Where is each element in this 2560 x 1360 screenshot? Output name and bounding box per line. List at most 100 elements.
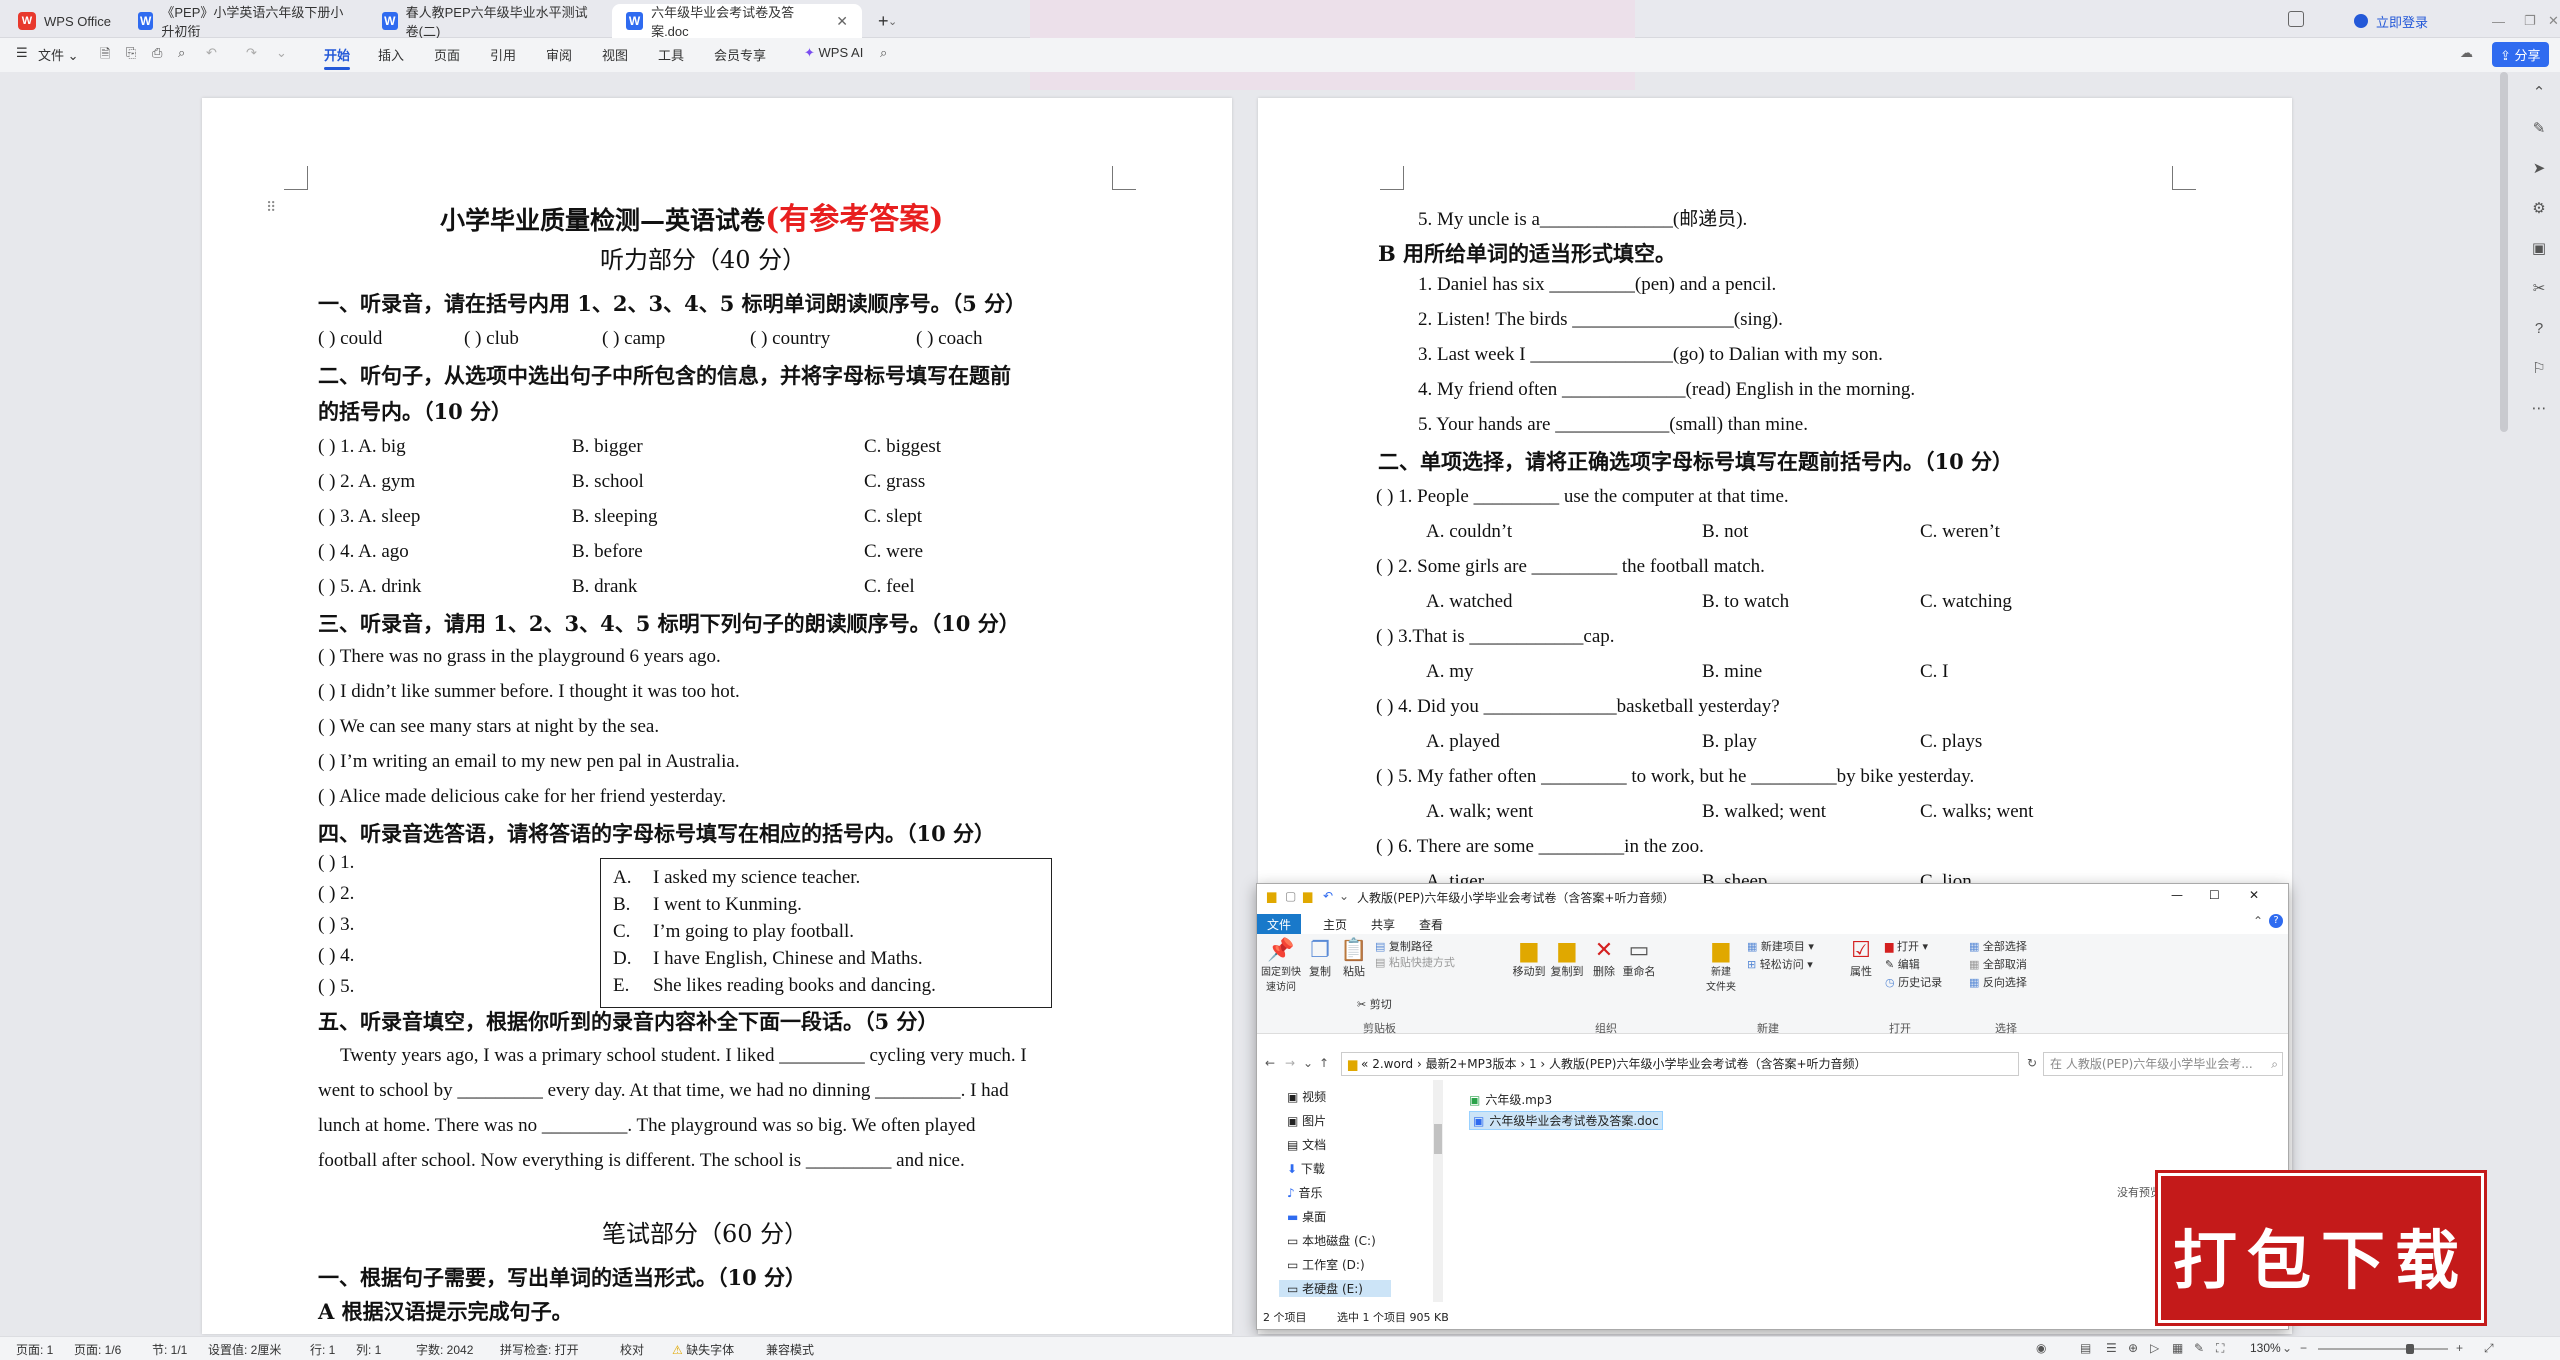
fit-icon[interactable]: ⛶ bbox=[2216, 1341, 2224, 1356]
forward-icon[interactable]: → bbox=[1285, 1056, 1295, 1070]
refresh-icon[interactable]: ↻ bbox=[2027, 1056, 2037, 1070]
close-window-button[interactable]: ✕ bbox=[2534, 4, 2560, 38]
document-page-left[interactable]: ⠿ 小学毕业质量检测—英语试卷(有参考答案) 听力部分（40 分） 一、听录音，… bbox=[202, 98, 1232, 1334]
undo-icon[interactable]: ↶ bbox=[1323, 889, 1333, 903]
preview-icon[interactable]: ⌕ bbox=[178, 45, 185, 61]
minimize-button[interactable]: — bbox=[2171, 888, 2183, 902]
chevron-down-icon[interactable]: ⌄ bbox=[874, 4, 911, 38]
zoom-in-icon[interactable]: + bbox=[2456, 1341, 2463, 1355]
zoom-slider[interactable] bbox=[2318, 1344, 2448, 1354]
status-words[interactable]: 字数: 2042 bbox=[416, 1341, 473, 1358]
web-view-icon[interactable]: ⊕ bbox=[2128, 1341, 2138, 1355]
scroll-up-icon[interactable]: ⌃ bbox=[2530, 84, 2548, 102]
menu-tools[interactable]: 工具 bbox=[658, 45, 684, 64]
download-promo-banner[interactable]: 打包下载 bbox=[2155, 1170, 2487, 1326]
maximize-button[interactable]: ☐ bbox=[2209, 888, 2220, 902]
vertical-scrollbar[interactable] bbox=[2500, 72, 2508, 432]
menu-review[interactable]: 审阅 bbox=[546, 45, 572, 64]
select-all-button[interactable]: ▦ 全部选择 bbox=[1969, 938, 2027, 954]
menu-icon[interactable]: ☰ bbox=[16, 45, 28, 61]
fullscreen-icon[interactable]: ⤢ bbox=[2484, 1341, 2494, 1356]
easy-access-button[interactable]: ⊞ 轻松访问 ▾ bbox=[1747, 956, 1813, 972]
pen-icon[interactable]: ✎ bbox=[2194, 1341, 2204, 1355]
file-item-selected[interactable]: ▣ 六年级毕业会考试卷及答案.doc bbox=[1469, 1111, 1663, 1130]
search-icon[interactable]: ⌕ bbox=[880, 45, 887, 61]
nav-item-drive-e[interactable]: ▭ 老硬盘 (E:) bbox=[1279, 1280, 1391, 1297]
chevron-down-icon[interactable]: ⌄ bbox=[1339, 889, 1349, 903]
nav-item-desktop[interactable]: ▬ 桌面 bbox=[1287, 1208, 1326, 1225]
tab-home[interactable]: 主页 bbox=[1313, 914, 1357, 934]
share-button[interactable]: ⇪ 分享 bbox=[2492, 42, 2549, 67]
select-icon[interactable]: ➤ bbox=[2530, 160, 2548, 178]
up-icon[interactable]: ↑ bbox=[1319, 1056, 1329, 1070]
tab-share[interactable]: 共享 bbox=[1361, 914, 1405, 934]
nav-item-videos[interactable]: ▣ 视频 bbox=[1287, 1088, 1326, 1105]
address-bar[interactable]: ▆ « 2.word › 最新2+MP3版本 › 1 › 人教版(PEP)六年级… bbox=[1341, 1052, 2019, 1076]
move-to-button[interactable]: ▆ 移动到 bbox=[1511, 938, 1547, 979]
chevron-up-icon[interactable]: ⌃ bbox=[2253, 914, 2263, 928]
nav-item-music[interactable]: ♪ 音乐 bbox=[1287, 1184, 1323, 1201]
shirt-icon[interactable]: ⚐ bbox=[2530, 360, 2548, 378]
nav-item-drive-c[interactable]: ▭ 本地磁盘 (C:) bbox=[1287, 1232, 1376, 1249]
open-button[interactable]: ▆ 打开 ▾ bbox=[1885, 938, 1928, 954]
zoom-level[interactable]: 130% bbox=[2250, 1341, 2281, 1355]
help-icon[interactable]: ? bbox=[2530, 320, 2548, 338]
pin-button[interactable]: 📌 固定到快 速访问 bbox=[1261, 938, 1301, 993]
file-item[interactable]: ▣ 六年级.mp3 bbox=[1469, 1091, 1552, 1108]
layout-icon[interactable]: ▤ bbox=[2080, 1341, 2091, 1355]
invert-selection-button[interactable]: ▦ 反向选择 bbox=[1969, 974, 2027, 990]
edit-button[interactable]: ✎ 编辑 bbox=[1885, 956, 1920, 972]
close-button[interactable]: ✕ bbox=[2249, 888, 2259, 902]
menu-page[interactable]: 页面 bbox=[434, 45, 460, 64]
list-icon[interactable]: ☰ bbox=[2106, 1341, 2117, 1355]
close-icon[interactable]: ✕ bbox=[836, 13, 848, 30]
nav-item-downloads[interactable]: ⬇ 下载 bbox=[1287, 1160, 1325, 1177]
print-icon[interactable]: ⎙ bbox=[152, 45, 162, 61]
file-menu[interactable]: 文件 ⌄ bbox=[38, 45, 79, 64]
paste-shortcut-button[interactable]: ▤ 粘贴快捷方式 bbox=[1375, 954, 1455, 970]
search-input[interactable]: 在 人教版(PEP)六年级小学毕业会考... ⌕ bbox=[2043, 1052, 2283, 1076]
menu-insert[interactable]: 插入 bbox=[378, 45, 404, 64]
tab-wps-office[interactable]: W WPS Office bbox=[4, 4, 125, 38]
menu-membership[interactable]: 会员专享 bbox=[714, 45, 766, 64]
properties-button[interactable]: ☑ 属性 bbox=[1845, 938, 1877, 979]
image-icon[interactable]: ▣ bbox=[2530, 240, 2548, 258]
edit-icon[interactable]: ✎ bbox=[2530, 120, 2548, 138]
grid-icon[interactable]: ▦ bbox=[2172, 1341, 2183, 1355]
tab-file[interactable]: 文件 bbox=[1257, 914, 1302, 934]
zoom-out-icon[interactable]: − bbox=[2300, 1341, 2307, 1355]
cut-button[interactable]: ✂ 剪切 bbox=[1357, 996, 1392, 1012]
status-spell[interactable]: 拼写检查: 打开 bbox=[500, 1341, 579, 1358]
nav-item-pictures[interactable]: ▣ 图片 bbox=[1287, 1112, 1326, 1129]
copy-button[interactable]: ❐ 复制 bbox=[1305, 938, 1335, 979]
drag-handle-icon[interactable]: ⠿ bbox=[266, 200, 276, 217]
status-pages[interactable]: 页面: 1/6 bbox=[74, 1341, 121, 1358]
new-folder-button[interactable]: ▆ 新建 文件夹 bbox=[1701, 938, 1741, 993]
select-none-button[interactable]: ▦ 全部取消 bbox=[1969, 956, 2027, 972]
chevron-down-icon[interactable]: ⌄ bbox=[2282, 1341, 2292, 1355]
file-explorer-window[interactable]: ▆ ▢ ▆ ↶ ⌄ 人教版(PEP)六年级小学毕业会考试卷（含答案+听力音频） … bbox=[1256, 883, 2289, 1330]
rename-button[interactable]: ▭ 重命名 bbox=[1621, 938, 1657, 979]
play-icon[interactable]: ▷ bbox=[2150, 1341, 2159, 1355]
tab-doc-1[interactable]: W 《PEP》小学英语六年级下册小升初衔 bbox=[124, 4, 364, 39]
wps-ai-button[interactable]: ✦ WPS AI bbox=[804, 45, 863, 61]
tab-doc-2[interactable]: W 春人教PEP六年级毕业水平测试卷(二) bbox=[368, 4, 608, 39]
status-proof[interactable]: 校对 bbox=[620, 1341, 644, 1358]
window-icon[interactable] bbox=[2288, 11, 2304, 27]
paste-button[interactable]: 📋 粘贴 bbox=[1337, 938, 1371, 979]
settings-icon[interactable]: ⚙ bbox=[2530, 200, 2548, 218]
tab-view[interactable]: 查看 bbox=[1409, 914, 1453, 934]
help-icon[interactable]: ? bbox=[2269, 914, 2283, 928]
undo-icon[interactable]: ↶ bbox=[206, 45, 217, 61]
new-folder-icon[interactable]: ▆ bbox=[1303, 889, 1312, 903]
menu-home[interactable]: 开始 bbox=[324, 45, 351, 70]
delete-button[interactable]: ✕ 删除 bbox=[1589, 938, 1619, 979]
export-icon[interactable]: ⎘ bbox=[126, 45, 136, 61]
properties-icon[interactable]: ▢ bbox=[1285, 889, 1296, 903]
nav-scrollbar[interactable] bbox=[1433, 1080, 1443, 1302]
save-icon[interactable]: 🗎 bbox=[100, 45, 110, 67]
tools-icon[interactable]: ✂ bbox=[2530, 280, 2548, 298]
tab-doc-active[interactable]: W 六年级毕业会考试卷及答案.doc ✕ bbox=[612, 4, 862, 39]
eye-icon[interactable]: ◉ bbox=[2036, 1341, 2046, 1355]
new-item-button[interactable]: ▦ 新建项目 ▾ bbox=[1747, 938, 1814, 954]
